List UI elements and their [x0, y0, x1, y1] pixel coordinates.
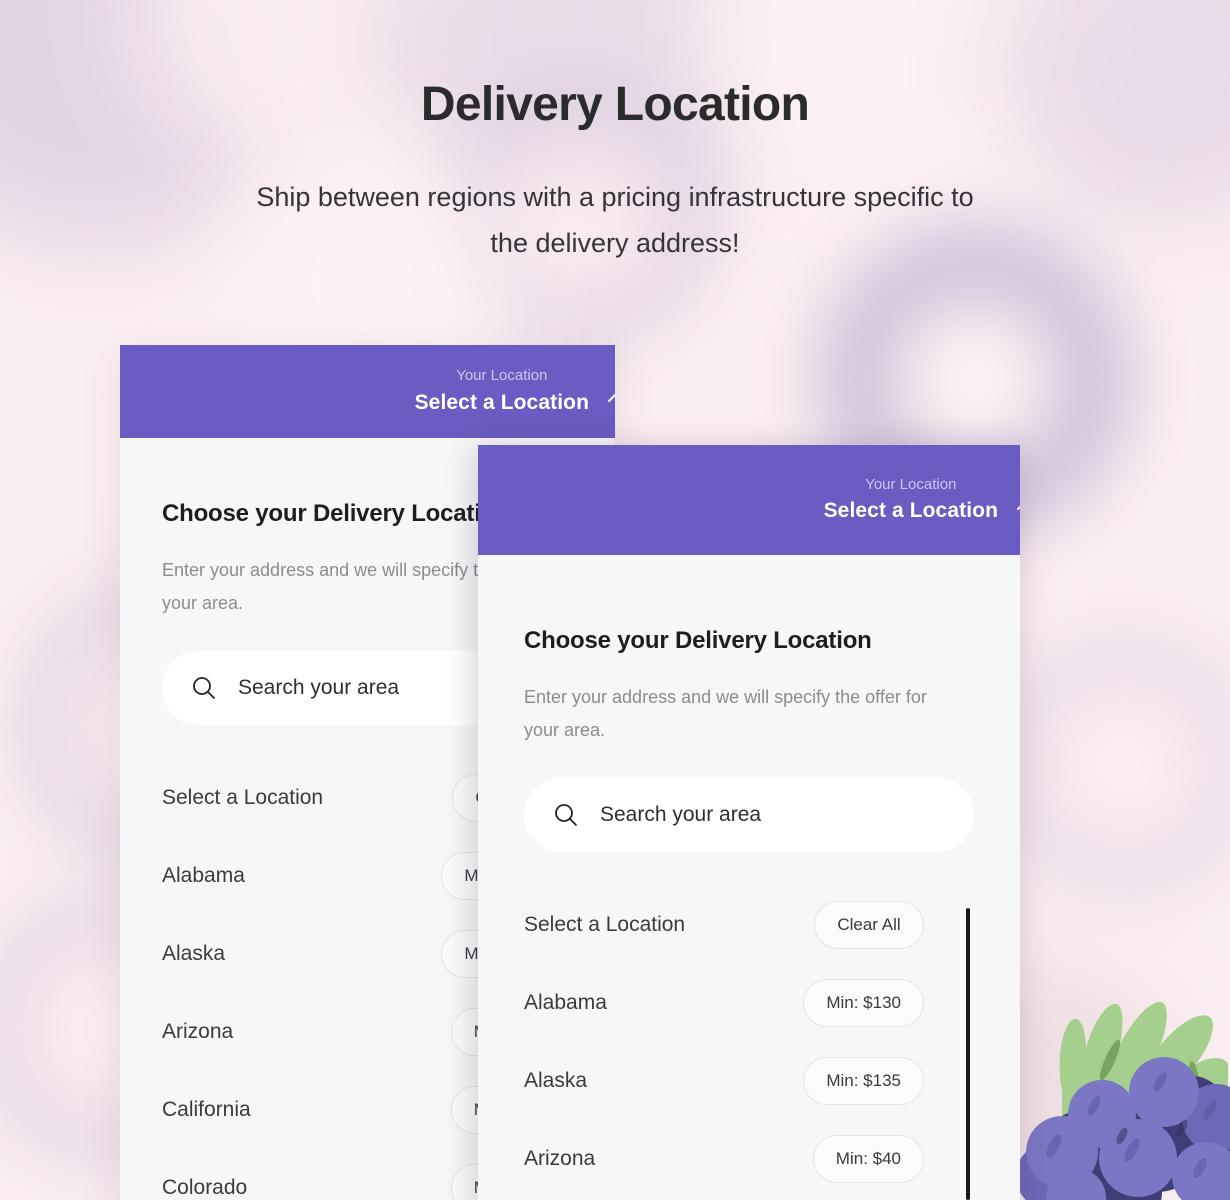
page-subtitle: Ship between regions with a pricing infr…	[256, 181, 974, 259]
location-name: Alabama	[524, 990, 607, 1014]
search-icon	[190, 674, 218, 702]
search-input-front[interactable]	[600, 802, 946, 827]
location-name: California	[162, 1097, 251, 1121]
location-selector-header-front[interactable]: Your Location Select a Location	[478, 445, 1020, 555]
location-name: Arizona	[524, 1146, 596, 1170]
min-price-badge[interactable]: Min: $135	[803, 1056, 924, 1105]
card-description-front: Enter your address and we will specify t…	[524, 687, 927, 741]
location-row[interactable]: Select a Location Clear All	[524, 886, 924, 964]
location-name: Alabama	[162, 863, 245, 887]
search-icon	[552, 801, 580, 829]
location-name: Colorado	[162, 1175, 248, 1199]
chevron-up-icon[interactable]	[605, 388, 615, 408]
location-name: Alaska	[162, 941, 226, 965]
location-row[interactable]: Alabama Min: $130	[524, 964, 924, 1042]
delivery-location-card-front[interactable]: Your Location Select a Location Choose y…	[478, 445, 1020, 1200]
location-name: Select a Location	[162, 785, 324, 809]
location-name: Alaska	[524, 1068, 588, 1092]
clear-all-button[interactable]: Clear All	[814, 900, 924, 949]
chevron-up-icon[interactable]	[1014, 496, 1020, 516]
front-card-scrollbar[interactable]	[966, 908, 970, 1200]
min-price-badge[interactable]: Min: $130	[803, 978, 924, 1027]
location-row[interactable]: Arizona Min: $40	[524, 1120, 924, 1198]
your-location-label: Your Location	[456, 367, 548, 385]
page-header: Delivery Location Ship between regions w…	[0, 0, 1230, 267]
page-title: Delivery Location	[420, 78, 810, 131]
selected-location-value: Select a Location	[414, 390, 589, 414]
card-heading-front: Choose your Delivery Location	[524, 627, 872, 654]
selected-location-value: Select a Location	[823, 499, 998, 523]
location-name: Arizona	[162, 1019, 234, 1043]
card-body-front: Choose your Delivery Location Enter your…	[478, 627, 1020, 1198]
min-price-badge[interactable]: Min: $40	[812, 1134, 924, 1183]
search-area-box-front[interactable]	[524, 777, 974, 852]
location-name: Select a Location	[524, 912, 686, 936]
your-location-label: Your Location	[865, 475, 957, 493]
location-row[interactable]: Alaska Min: $135	[524, 1042, 924, 1120]
location-selector-header-back[interactable]: Your Location Select a Location	[120, 345, 615, 438]
location-list-front[interactable]: Select a Location Clear All Alabama Min: $1…	[524, 886, 974, 1198]
